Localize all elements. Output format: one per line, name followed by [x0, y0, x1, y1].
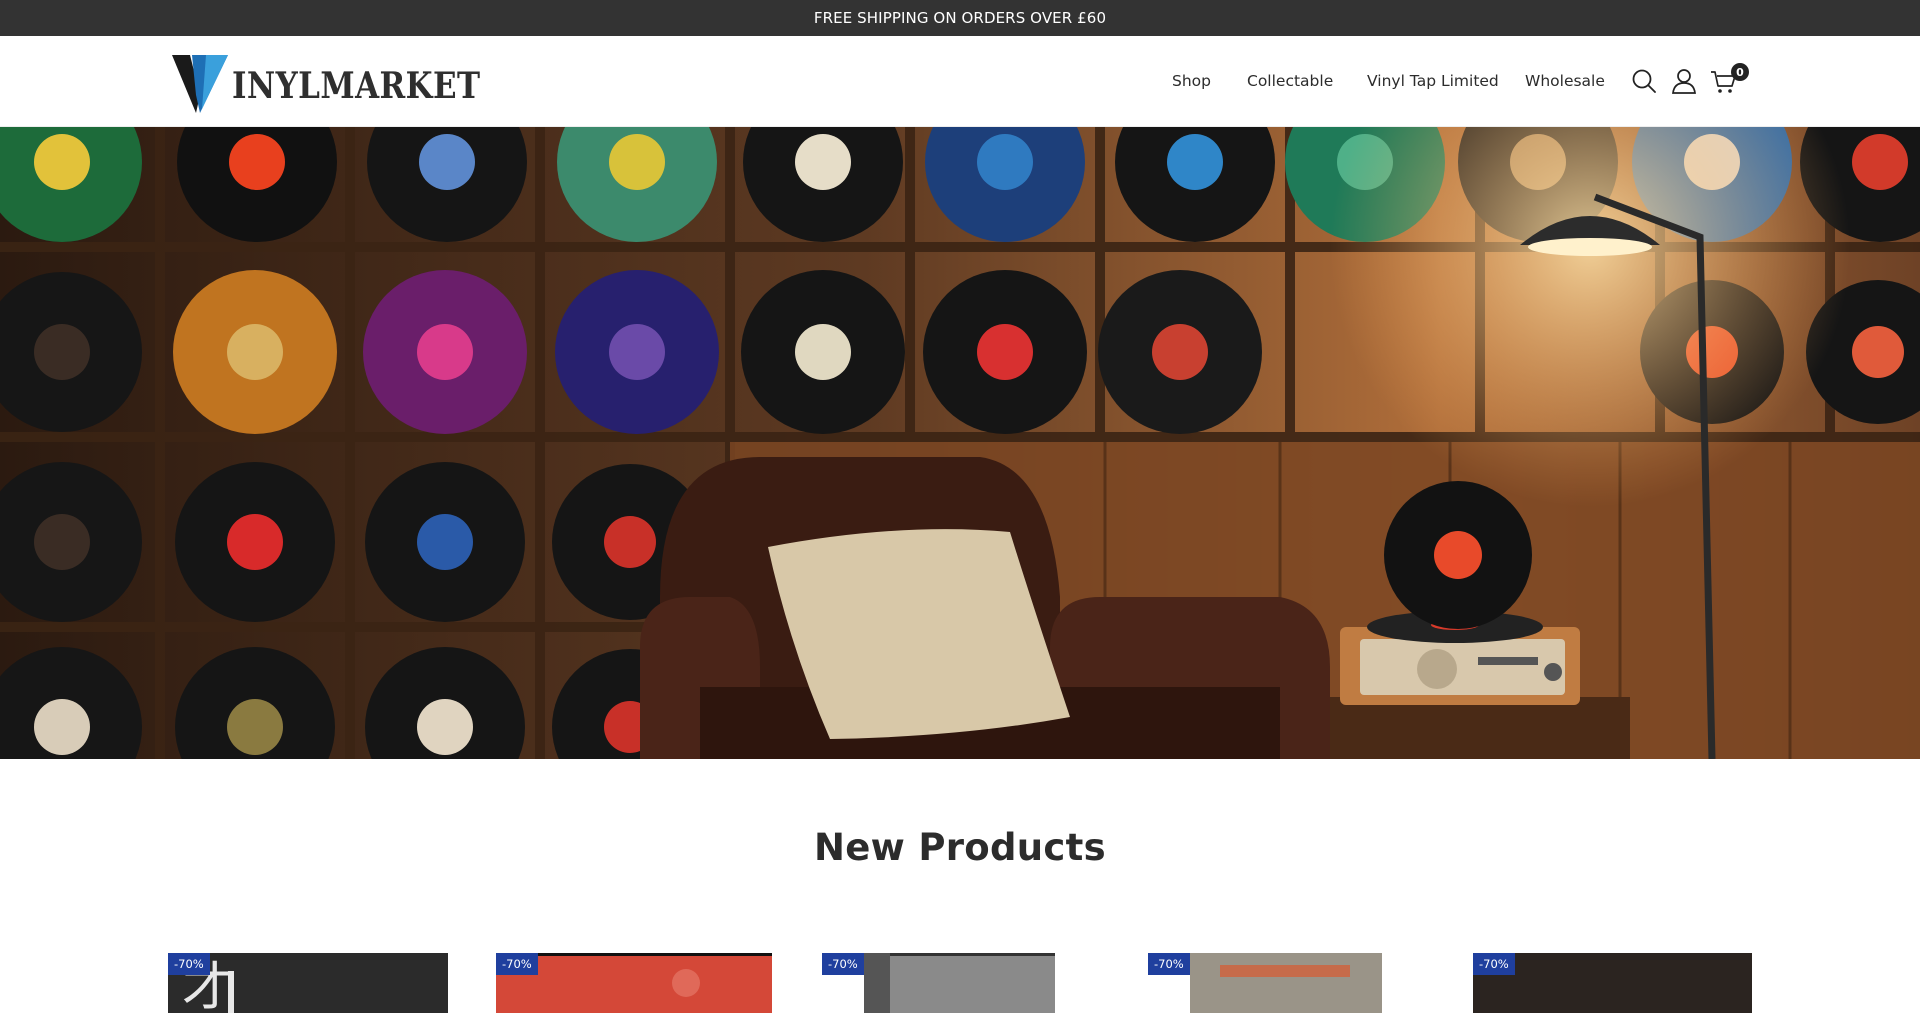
product-image[interactable] [1190, 953, 1382, 1013]
nav-collectable[interactable]: Collectable [1247, 72, 1333, 90]
product-card[interactable]: -70% [1148, 953, 1382, 1013]
product-image[interactable] [1473, 953, 1752, 1013]
product-art: 才 [168, 953, 448, 1013]
announcement-bar: FREE SHIPPING ON ORDERS OVER £60 [0, 0, 1920, 36]
user-icon[interactable] [1670, 67, 1698, 95]
cart-count-badge: 0 [1731, 63, 1749, 81]
site-header: INYLMARKET Shop Collectable Vinyl Tap Li… [0, 36, 1920, 127]
nav-wholesale[interactable]: Wholesale [1525, 72, 1605, 90]
discount-badge: -70% [496, 953, 538, 975]
site-logo[interactable]: INYLMARKET [172, 53, 521, 113]
product-card[interactable]: -70% [1473, 953, 1752, 1013]
discount-badge: -70% [168, 953, 210, 975]
product-art [1190, 953, 1382, 1013]
search-icon[interactable] [1630, 67, 1658, 95]
logo-text: INYLMARKET [232, 65, 481, 107]
product-image[interactable] [864, 953, 1055, 1013]
announcement-text: FREE SHIPPING ON ORDERS OVER £60 [813, 9, 1107, 27]
hero-image [0, 127, 1920, 759]
nav-shop[interactable]: Shop [1172, 72, 1211, 90]
discount-badge: -70% [822, 953, 864, 975]
logo-v-mark [172, 55, 228, 113]
product-art [864, 953, 1055, 1013]
discount-badge: -70% [1473, 953, 1515, 975]
product-card[interactable]: -70% [496, 953, 772, 1013]
hero-banner [0, 127, 1920, 759]
section-title-new-products: New Products [814, 826, 1106, 869]
product-card[interactable]: -70% 才 [168, 953, 448, 1013]
nav-vinyl-tap-limited[interactable]: Vinyl Tap Limited [1367, 72, 1499, 90]
discount-badge: -70% [1148, 953, 1190, 975]
product-card[interactable]: -70% [822, 953, 1055, 1013]
product-image[interactable]: 才 [168, 953, 448, 1013]
